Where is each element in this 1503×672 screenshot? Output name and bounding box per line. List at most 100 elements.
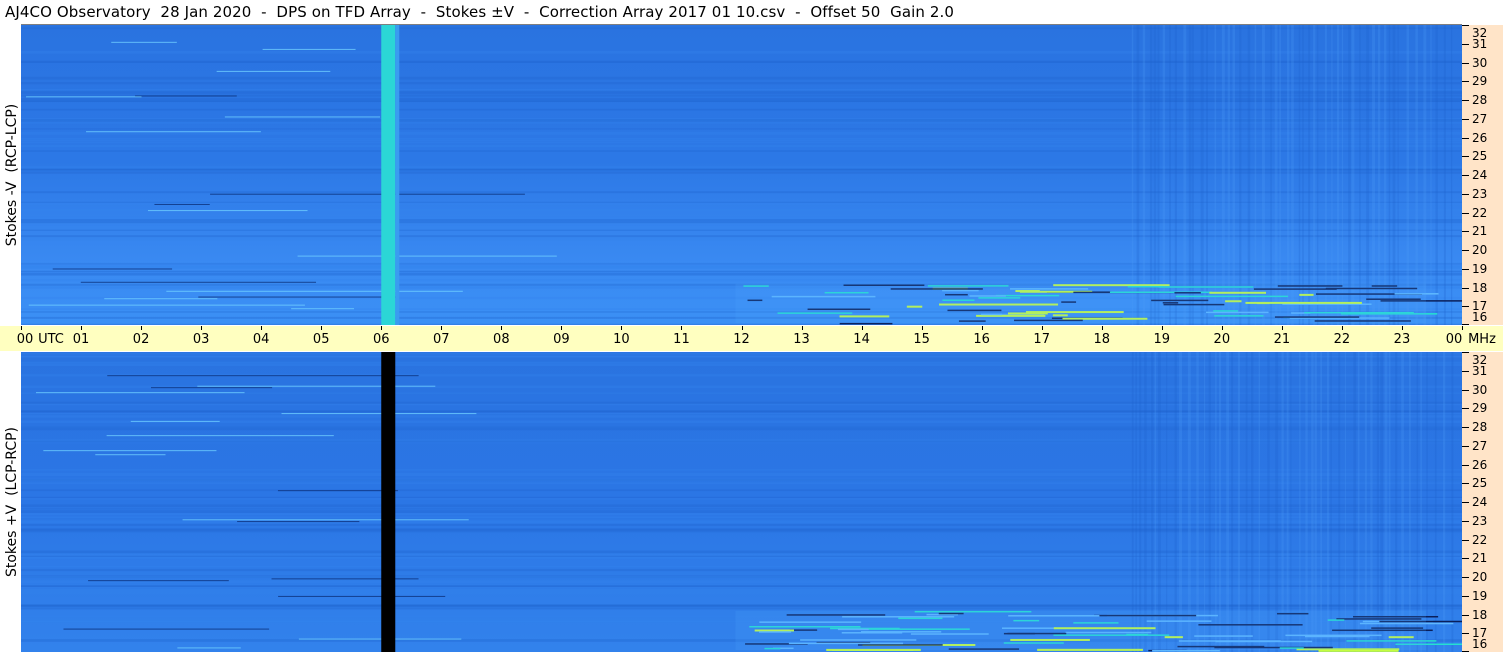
rfi-line [43,450,217,452]
freq-tick [1462,268,1469,270]
utc-tick-label: 08 [493,332,510,347]
texture-column [1158,352,1161,652]
rfi-line [63,628,270,630]
freq-tick-label: 18 [1472,280,1488,295]
texture-column [1221,25,1225,325]
rfi-line [26,96,142,98]
utc-tick [861,326,863,330]
freq-tick-label: 29 [1472,401,1488,416]
rfi-line [277,490,398,492]
top-frequency-axis: 16 17 18 19 20 21 22 23 24 25 26 27 28 29 30 31 32 [1462,25,1503,325]
texture-column [1131,25,1134,325]
utc-tick-label: 11 [673,332,690,347]
texture-column [1434,352,1437,652]
texture-column [1344,352,1346,652]
rfi-line [111,41,177,43]
texture-column [1237,352,1241,652]
freq-tick-label: 30 [1472,382,1488,397]
utc-tick-label: 16 [973,332,990,347]
utc-tick [501,326,503,330]
rfi-line [28,304,305,306]
texture-column [1139,352,1142,652]
calibration-band [381,25,396,325]
texture-column [1192,25,1194,325]
freq-tick-label: 20 [1472,570,1488,584]
freq-tick [1462,137,1469,139]
texture-column [1183,25,1187,325]
freq-tick [1462,651,1469,652]
freq-tick [1462,558,1469,560]
texture-row [21,97,1462,100]
utc-tick-label: 23 [1393,332,1411,347]
texture-column [1426,352,1428,652]
texture-column [1298,25,1301,325]
utc-tick [1341,326,1343,330]
rfi-line [35,392,245,394]
texture-row [21,108,1462,111]
texture-row [21,61,1462,63]
texture-column [1416,352,1419,652]
texture-column [1392,25,1396,325]
texture-column [1308,25,1311,325]
texture-column [1174,352,1177,652]
texture-row [21,278,1462,282]
utc-tick [681,326,683,330]
texture-row [21,128,1462,130]
freq-tick-label: 17 [1472,299,1488,314]
utc-tick [21,326,22,330]
freq-tick [1462,43,1469,45]
top-panel-ylabel-text: Stokes -V (RCP-LCP) [4,103,20,247]
freq-tick [1462,633,1469,635]
rfi-line [198,296,398,298]
texture-column [1384,352,1388,652]
texture-column [1420,352,1422,652]
utc-tick [981,326,983,330]
texture-row [21,26,1462,29]
utc-tick-label: 22 [1333,332,1351,347]
texture-column [1359,25,1361,325]
utc-tick [921,326,923,330]
rfi-line [135,95,237,97]
utc-tick-label: 12 [733,332,750,347]
texture-column [1401,352,1404,652]
texture-column [1376,352,1379,652]
texture-column [1451,352,1454,652]
texture-column [1341,25,1344,325]
texture-row [21,119,1462,121]
stokes-plus-v-spectrogram [21,352,1462,652]
texture-row [21,171,1462,174]
texture-column [1377,25,1381,325]
bottom-panel-ylabel: Stokes +V (LCP-RCP) [4,352,20,652]
texture-column [1415,25,1418,325]
rfi-line [271,578,419,580]
texture-column [1305,352,1308,652]
freq-tick [1462,539,1469,541]
texture-column [1179,352,1183,652]
utc-time-axis: 00 01 02 03 04 05 06 07 08 09 10 11 12 13 14 15 16 17 18 19… [0,326,1503,351]
texture-row [21,202,1462,206]
texture-column [1291,25,1294,325]
utc-tick [81,326,83,330]
freq-tick-label: 22 [1472,532,1488,547]
texture-column [1200,25,1204,325]
freq-tick-label: 24 [1472,168,1488,182]
utc-tick [201,326,203,330]
texture-column [1166,352,1168,652]
freq-tick [1462,175,1469,176]
texture-column [1286,352,1289,652]
utc-tick [621,326,623,330]
texture-column [1336,25,1340,325]
texture-row [21,137,1462,140]
texture-column [1157,25,1160,325]
freq-tick-label: 21 [1472,224,1488,239]
utc-tick-label: 13 [793,332,810,347]
freq-tick-label: 26 [1472,457,1488,472]
texture-column [1144,352,1147,652]
rfi-line [216,70,331,72]
texture-row [21,238,1462,241]
rfi-line [154,203,210,205]
freq-tick-label: 28 [1472,93,1488,107]
freq-tick-label: 25 [1472,149,1488,164]
texture-column [1153,25,1157,325]
noise-band [735,610,1426,651]
